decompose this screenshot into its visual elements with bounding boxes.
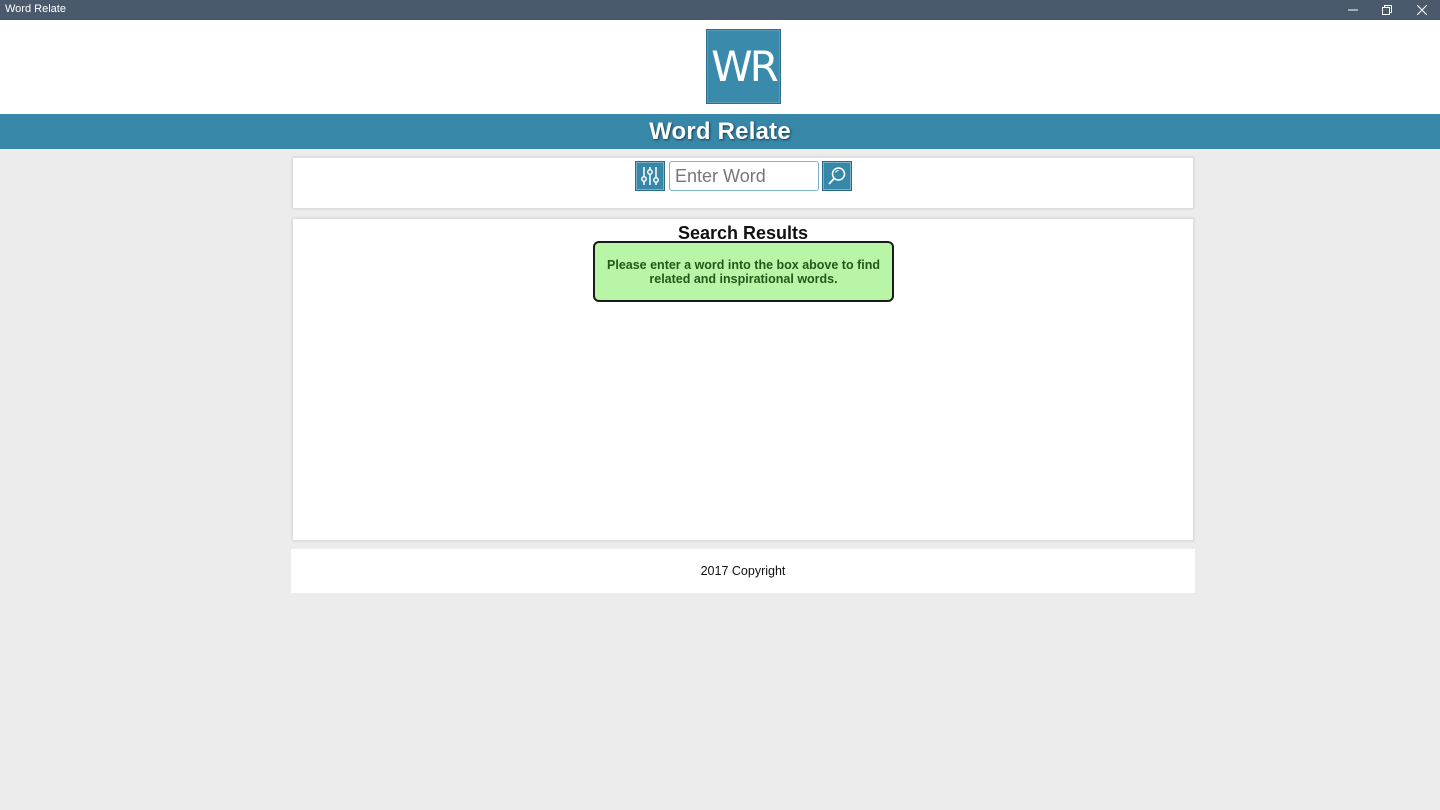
restore-icon [1382,5,1392,15]
word-search-input[interactable] [669,161,819,191]
minimize-button[interactable] [1336,0,1370,20]
filter-settings-button[interactable] [635,161,665,191]
app-name-heading: Word Relate [649,117,791,145]
info-message-box: Please enter a word into the box above t… [593,241,894,302]
restore-button[interactable] [1370,0,1404,20]
search-button[interactable] [822,161,852,191]
app-logo: WR [706,29,781,104]
magnifier-icon [828,167,846,185]
close-button[interactable] [1405,0,1439,20]
window-title: Word Relate [5,3,66,15]
footer: 2017 Copyright [291,549,1195,593]
close-icon [1417,5,1427,15]
app-banner: Word Relate [0,114,1440,149]
info-message-text: Please enter a word into the box above t… [607,257,880,286]
window-titlebar: Word Relate [0,0,1440,20]
logo-text: WR [711,41,779,91]
copyright-text: 2017 Copyright [700,564,786,578]
search-panel [292,157,1194,209]
minimize-icon [1348,9,1358,11]
app-header: WR [0,20,1440,114]
search-results-panel: Search Results Please enter a word into … [292,218,1194,541]
sliders-icon [641,167,659,185]
